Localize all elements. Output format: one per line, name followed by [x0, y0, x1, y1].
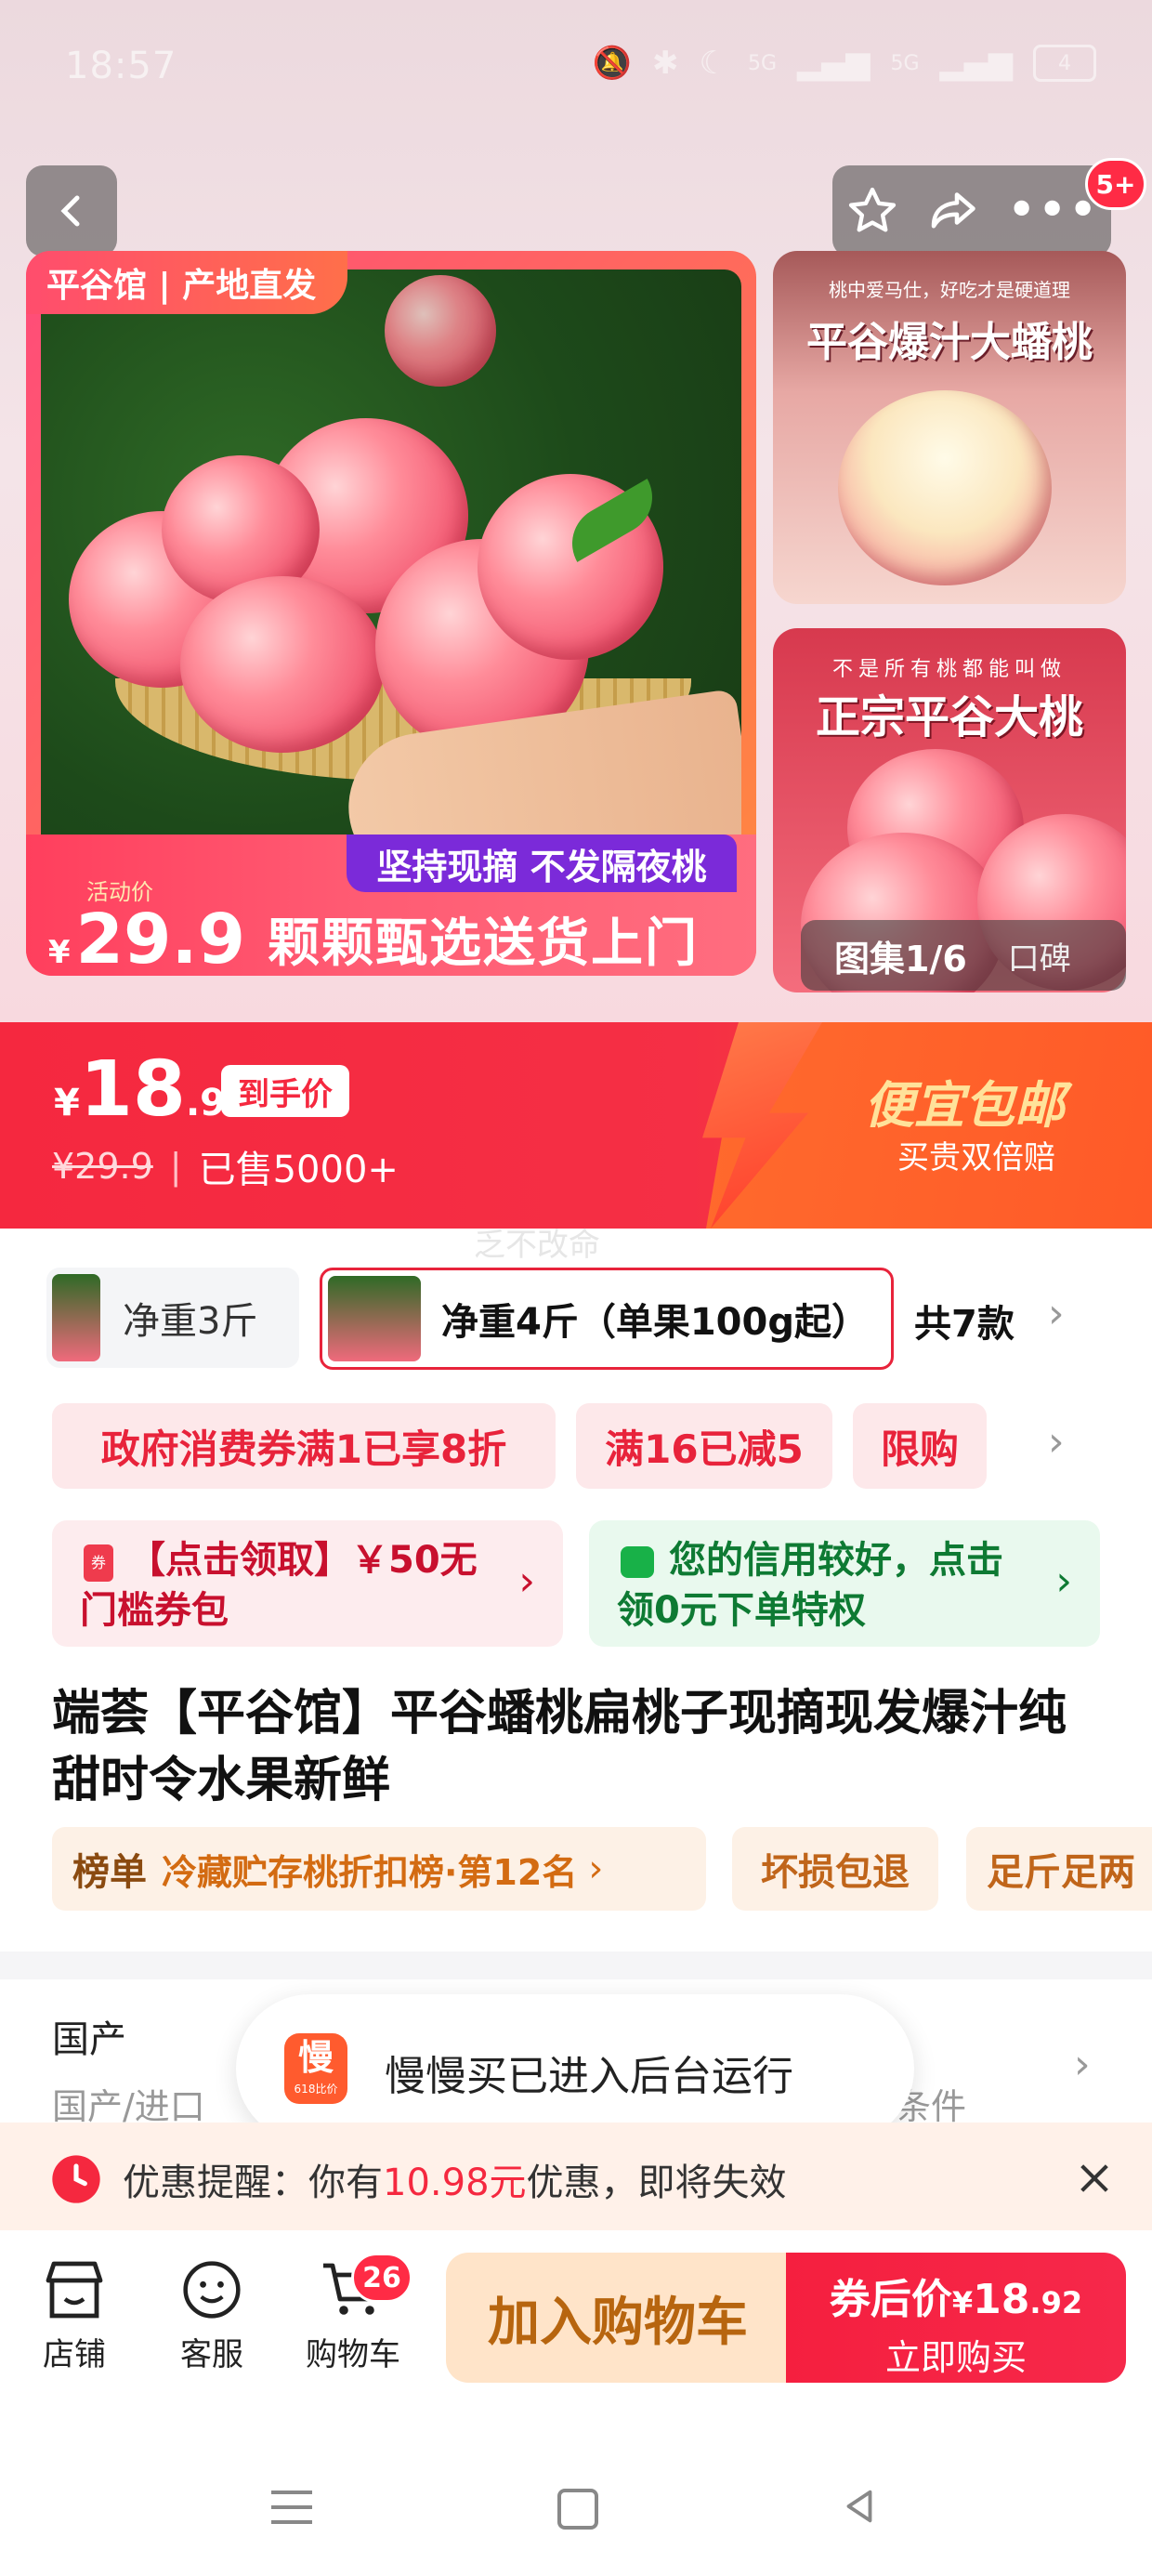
bluetooth-icon: ✱: [652, 45, 679, 82]
reputation-tab[interactable]: 口碑: [1008, 933, 1071, 979]
buy-price-currency: ¥: [951, 2285, 974, 2320]
variant-option-selected[interactable]: 净重4斤（单果100g起）: [320, 1268, 894, 1370]
background-toast: 慢 618比价 慢慢买已进入后台运行: [236, 1994, 914, 2143]
service-tag[interactable]: 坏损包退: [732, 1827, 938, 1911]
system-nav-bar: [0, 2453, 1152, 2576]
app-logo-icon: 慢 618比价: [284, 2033, 347, 2104]
buy-price-decimal: .92: [1029, 2285, 1083, 2320]
chevron-right-icon[interactable]: ›: [1074, 2041, 1091, 2088]
service-button[interactable]: 客服: [165, 2258, 258, 2374]
promo-tagline: 颗颗甄选送货上门: [268, 913, 699, 974]
buy-now-button[interactable]: 券后价 ¥ 18 .92 立即购买: [786, 2253, 1126, 2383]
product-title: 端荟【平谷馆】平谷蟠桃扁桃子现摘现发爆汁纯甜时令水果新鲜: [52, 1686, 1067, 1808]
close-icon[interactable]: [1076, 2160, 1113, 2197]
variant-label: 净重3斤: [123, 1300, 258, 1343]
watermark-text: 乏不改命: [474, 1227, 600, 1264]
credit-privilege-card[interactable]: 您的信用较好，点击领0元下单特权 ›: [589, 1520, 1100, 1647]
shop-label: 店铺: [43, 2336, 106, 2373]
home-nav-icon[interactable]: [557, 2489, 598, 2530]
spec-label: 国产: [52, 2018, 126, 2061]
variant-count[interactable]: 共7款: [914, 1294, 1015, 1347]
promo-subtitle: 买贵双倍赔: [897, 1139, 1055, 1176]
promo-slogan: 坚持现摘 不发隔夜桃: [347, 835, 737, 892]
buy-now-label: 立即购买: [884, 2337, 1027, 2378]
origin-tag: 平谷馆 | 产地直发: [26, 251, 348, 314]
signal-icon: ▂▄▆: [797, 45, 871, 82]
coupon-pack-text: 【点击领取】￥50无门槛券包: [80, 1539, 478, 1632]
discount-reminder: 优惠提醒：你有10.98元优惠，即将失效: [0, 2123, 1152, 2236]
clock-icon: [52, 2155, 100, 2203]
add-to-cart-button[interactable]: 加入购物车: [446, 2253, 790, 2383]
rank-label: 榜单: [72, 1851, 147, 1894]
coupon-limit[interactable]: 限购: [853, 1403, 987, 1489]
header-actions: •••: [832, 165, 1111, 256]
variant-option[interactable]: 净重3斤: [46, 1268, 299, 1368]
chevron-right-icon[interactable]: ›: [1048, 1418, 1065, 1465]
app-logo-subtitle: 618比价: [294, 2083, 338, 2096]
cart-count-badge: 26: [351, 2253, 412, 2303]
mute-icon: 🔕: [592, 45, 633, 82]
reminder-suffix: 优惠，即将失效: [526, 2162, 787, 2204]
battery-icon: 4: [1033, 45, 1096, 82]
thumb-2-caption: 不是所有桃都能叫做: [831, 658, 1067, 681]
variant-thumb: [328, 1276, 421, 1361]
menu-nav-icon[interactable]: [271, 2491, 312, 2524]
signal-icon: ▂▄▆: [939, 45, 1013, 82]
chevron-right-icon[interactable]: ›: [1048, 1290, 1065, 1337]
shop-icon: [46, 2261, 103, 2319]
variant-thumb: [52, 1274, 100, 1361]
service-tag[interactable]: 足斤足两: [966, 1827, 1152, 1911]
rank-chip[interactable]: 榜单 冷藏贮存桃折扣榜·第12名 ›: [52, 1827, 706, 1911]
promo-currency: ¥: [47, 934, 71, 971]
gallery-thumb-1[interactable]: 桃中爱马仕，好吃才是硬道理 平谷爆汁大蟠桃: [773, 251, 1126, 604]
status-icons: 🔕 ✱ ☾ 5G ▂▄▆ 5G ▂▄▆ 4: [593, 45, 1096, 82]
promo-banner: 坚持现摘 不发隔夜桃 活动价 ¥ 29.9 颗颗甄选送货上门: [26, 835, 756, 979]
thumb-2-title: 正宗平谷大桃: [815, 691, 1083, 743]
gallery-counter: 图集1/6 口碑: [801, 920, 1126, 991]
app-logo-glyph: 慢: [297, 2037, 334, 2078]
signal-label: 5G: [890, 51, 920, 75]
reminder-prefix: 优惠提醒：你有: [123, 2162, 383, 2204]
section-divider: [0, 1952, 1152, 1979]
final-price-badge: 到手价: [221, 1065, 349, 1117]
coupon-pack-card[interactable]: 券 【点击领取】￥50无门槛券包 ›: [52, 1520, 563, 1647]
price-currency: ¥: [54, 1082, 80, 1124]
signal-label: 5G: [748, 51, 778, 75]
star-icon[interactable]: [845, 184, 899, 238]
promo-price: 29.9: [75, 900, 246, 979]
chevron-right-icon: ›: [518, 1557, 535, 1605]
back-button[interactable]: [26, 165, 117, 256]
status-time: 18:57: [65, 45, 177, 87]
price-integer: 18: [79, 1045, 186, 1134]
rank-text: 冷藏贮存桃折扣榜·第12名: [162, 1851, 578, 1893]
buy-price-integer: 18: [973, 2276, 1030, 2323]
reminder-amount: 10.98元: [383, 2162, 527, 2204]
buy-price-prefix: 券后价: [829, 2276, 952, 2323]
message-badge: 5+: [1085, 158, 1146, 210]
more-icon[interactable]: •••: [1006, 185, 1098, 237]
credit-privilege-text: 您的信用较好，点击领0元下单特权: [617, 1539, 1003, 1632]
chevron-right-icon: ›: [1055, 1557, 1072, 1605]
promo-title: 便宜包邮: [864, 1076, 1065, 1135]
coupon-discount[interactable]: 满16已减5: [576, 1403, 832, 1489]
share-icon[interactable]: [924, 183, 980, 239]
shop-button[interactable]: 店铺: [28, 2258, 121, 2374]
original-price: ¥29.9: [52, 1146, 153, 1187]
chevron-right-icon: ›: [588, 1847, 604, 1890]
back-nav-icon[interactable]: [838, 2485, 881, 2528]
chevron-left-icon: [60, 195, 80, 227]
spec-value: 国产/进口: [52, 2086, 205, 2127]
gallery-counter-text: 图集1/6: [834, 938, 967, 979]
variant-label: 净重4斤（单果100g起）: [441, 1301, 869, 1344]
thumb-1-caption: 桃中爱马仕，好吃才是硬道理: [829, 279, 1070, 301]
sold-count: 已售5000+: [198, 1149, 399, 1191]
thumb-1-title: 平谷爆汁大蟠桃: [806, 319, 1093, 366]
customer-service-icon: [183, 2261, 241, 2319]
moon-icon: ☾: [699, 45, 727, 82]
coupon-gov[interactable]: 政府消费券满1已享8折: [52, 1403, 556, 1489]
toast-text: 慢慢买已进入后台运行: [385, 2053, 793, 2100]
service-label: 客服: [180, 2336, 243, 2373]
cart-label: 购物车: [306, 2336, 400, 2373]
